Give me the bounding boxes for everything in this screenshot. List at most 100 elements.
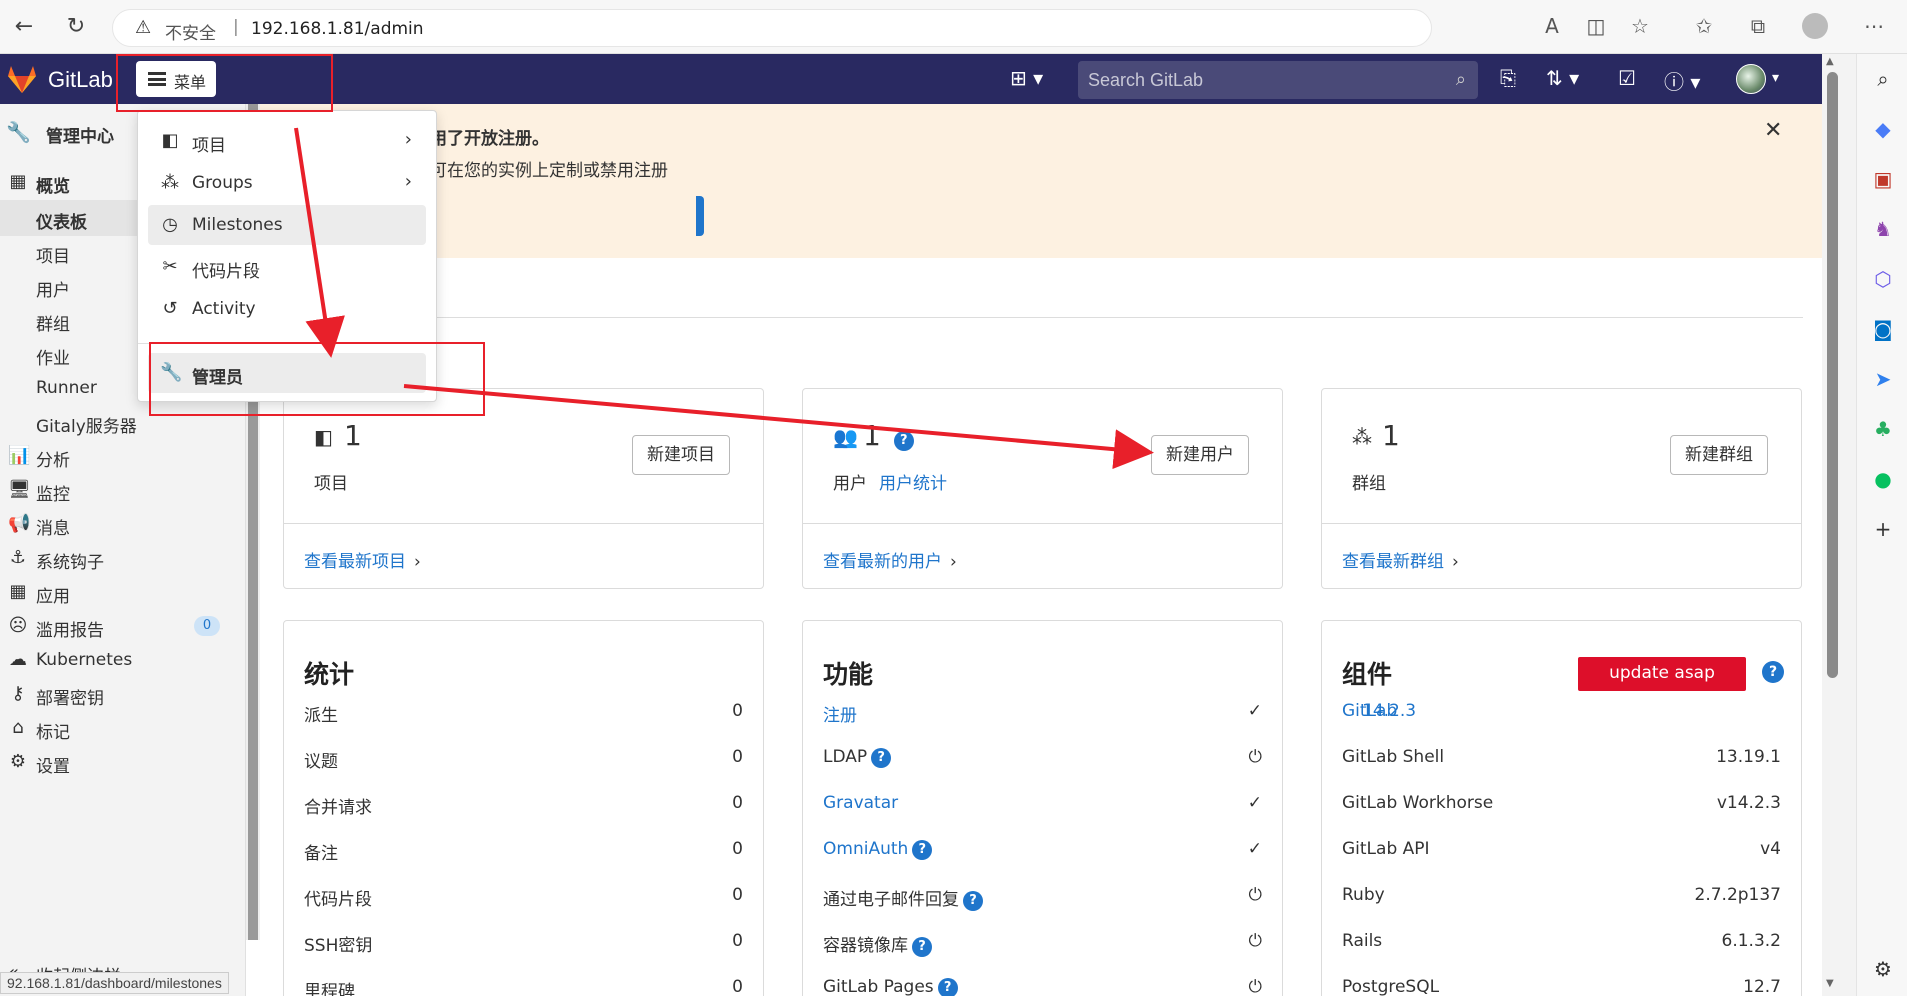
divider (283, 317, 1803, 318)
feature-row: 容器镜像库? ⏻ (823, 931, 1262, 961)
search-box[interactable]: ⌕ (1078, 61, 1478, 99)
browser-sidebar: ⌕ ◆ ▣ ♞ ⬡ ◙ ➤ ♣ ● + ⚙ (1856, 54, 1907, 996)
feature-reply-by-email: 通过电子邮件回复? (823, 885, 983, 911)
favorites-icon[interactable]: ✩ (1690, 14, 1718, 38)
url-text[interactable]: 192.168.1.81/admin (251, 19, 424, 39)
gitlab-logo-text[interactable]: GitLab (48, 67, 113, 93)
read-aloud-icon[interactable]: A (1538, 14, 1566, 38)
profile-icon[interactable] (1802, 13, 1828, 39)
annotation-box-menu (116, 54, 333, 112)
latest-projects-link[interactable]: 查看最新项目 › (304, 547, 421, 572)
users-statistics-link[interactable]: 用户统计 (879, 469, 947, 494)
refresh-icon[interactable]: ↻ (60, 11, 92, 43)
stat-key: SSH密钥 (304, 936, 373, 956)
games-icon[interactable]: ♞ (1870, 216, 1896, 242)
group-icon: ⁂ (1352, 425, 1372, 449)
help-icon[interactable]: ? (912, 840, 933, 860)
insecure-label: 不安全 (165, 24, 216, 44)
help-icon[interactable]: ⓘ ▾ (1664, 66, 1700, 95)
browser-toolbar: ← ↻ ⚠ 不安全 | 192.168.1.81/admin A ◫ ☆ ✩ ⧉… (0, 0, 1907, 54)
outlook-icon[interactable]: ◙ (1870, 316, 1896, 342)
sidebar-item-label: 作业 (36, 349, 70, 369)
scroll-down-icon[interactable]: ▼ (1826, 978, 1834, 989)
page-scrollbar[interactable]: ▲ ▼ (1822, 54, 1856, 996)
new-user-button[interactable]: 新建用户 (1151, 435, 1249, 475)
chevron-right-icon: › (404, 129, 412, 150)
gear-icon[interactable]: ⚙ (1870, 956, 1896, 982)
new-item-icon[interactable]: ⊞ ▾ (1010, 66, 1043, 90)
search-icon[interactable]: ⌕ (1870, 66, 1896, 92)
split-screen-icon[interactable]: ◫ (1582, 14, 1610, 38)
tree-icon[interactable]: ♣ (1870, 416, 1896, 442)
menu-item-snippets[interactable]: ✂ 代码片段 (148, 247, 426, 287)
issues-icon[interactable]: ⎘ (1500, 66, 1516, 90)
help-icon[interactable]: ? (963, 891, 983, 911)
menu-item-groups[interactable]: ⁂ Groups › (148, 163, 426, 203)
latest-projects-label: 查看最新项目 (304, 552, 406, 572)
toolbox-icon[interactable]: ▣ (1870, 166, 1896, 192)
sidebar-item-kubernetes[interactable]: ☁ Kubernetes (0, 642, 246, 678)
search-input[interactable] (1078, 61, 1438, 99)
help-icon[interactable]: ? (937, 978, 958, 996)
sidebar-item-applications[interactable]: ▦ 应用 (0, 574, 246, 610)
add-favorite-icon[interactable]: ☆ (1626, 14, 1654, 38)
chevron-down-icon[interactable]: ▾ (1772, 70, 1779, 86)
new-group-button[interactable]: 新建群组 (1670, 435, 1768, 475)
sidebar-item-system-hooks[interactable]: ⚓ 系统钩子 (0, 540, 246, 576)
todo-icon[interactable]: ☑ (1618, 66, 1636, 90)
sidebar-item-label: 仪表板 (36, 213, 87, 233)
component-version: v14.2.3 (1716, 793, 1781, 813)
alert-action-button[interactable] (430, 196, 704, 236)
features-card: 功能 注册 ✓ LDAP? ⏻ Gravatar ✓ OmniAuth? ✓ 通过电子邮… (802, 620, 1283, 996)
help-icon[interactable]: ? (912, 937, 932, 957)
office-icon[interactable]: ⬡ (1870, 266, 1896, 292)
add-icon[interactable]: + (1870, 516, 1896, 542)
check-icon: ✓ (1247, 701, 1262, 721)
sidebar-item-label: 概览 (36, 177, 70, 197)
latest-users-link[interactable]: 查看最新的用户 › (823, 547, 957, 572)
update-asap-badge[interactable]: update asap (1578, 657, 1746, 691)
menu-item-projects[interactable]: ◧ 项目 › (148, 121, 426, 161)
sidebar-item-analytics[interactable]: 📊 分析 (0, 438, 246, 474)
help-icon[interactable]: ? (893, 431, 914, 451)
user-avatar[interactable] (1736, 64, 1766, 94)
sidebar-item-monitoring[interactable]: 🖥 监控 (0, 472, 246, 508)
component-row: PostgreSQL 12.7 (1342, 977, 1781, 996)
back-icon[interactable]: ← (8, 11, 40, 43)
menu-item-activity[interactable]: ↺ Activity (148, 289, 426, 329)
more-icon[interactable]: ⋯ (1860, 14, 1888, 38)
menu-item-label: Activity (192, 299, 256, 319)
close-icon[interactable]: ✕ (1764, 118, 1782, 143)
feature-sign-up-link[interactable]: 注册 (823, 701, 857, 726)
feature-omniauth-link[interactable]: OmniAuth? (823, 839, 933, 860)
stat-value: 0 (732, 747, 743, 767)
tag-icon[interactable]: ◆ (1870, 116, 1896, 142)
help-icon[interactable]: ? (871, 748, 892, 768)
sidebar-item-settings[interactable]: ⚙ 设置 (0, 744, 246, 780)
sidebar-item-label: 设置 (36, 757, 70, 777)
scroll-up-icon[interactable]: ▲ (1826, 56, 1834, 67)
stat-value: 0 (732, 839, 743, 859)
sidebar-item-labels[interactable]: ⌂ 标记 (0, 710, 246, 746)
abuse-icon: ☹ (8, 615, 28, 636)
sidebar-item-messages[interactable]: 📢 消息 (0, 506, 246, 542)
address-bar[interactable]: ⚠ 不安全 | 192.168.1.81/admin (112, 9, 1432, 47)
latest-groups-link[interactable]: 查看最新群组 › (1342, 547, 1459, 572)
stat-key: 合并请求 (304, 798, 372, 818)
alert-title: 用了开放注册。 (430, 129, 549, 149)
sidebar-item-deploy-keys[interactable]: ⚷ 部署密钥 (0, 676, 246, 712)
feature-label: 注册 (823, 706, 857, 726)
sidebar-item-abuse-reports[interactable]: ☹ 滥用报告 0 (0, 608, 246, 644)
component-version-link[interactable]: 14.2.3 (1362, 701, 1781, 721)
send-icon[interactable]: ➤ (1870, 366, 1896, 392)
scroll-thumb[interactable] (1827, 72, 1838, 678)
help-icon[interactable]: ? (1762, 661, 1784, 683)
chat-icon[interactable]: ● (1870, 466, 1896, 492)
gitlab-logo-icon[interactable] (6, 64, 38, 94)
merge-requests-icon[interactable]: ⇅ ▾ (1546, 66, 1579, 90)
feature-gravatar-link[interactable]: Gravatar (823, 793, 898, 813)
new-project-button[interactable]: 新建项目 (632, 435, 730, 475)
sidebar-item-label: 消息 (36, 519, 70, 539)
menu-item-milestones[interactable]: ◷ Milestones (148, 205, 426, 245)
collections-icon[interactable]: ⧉ (1744, 14, 1772, 38)
